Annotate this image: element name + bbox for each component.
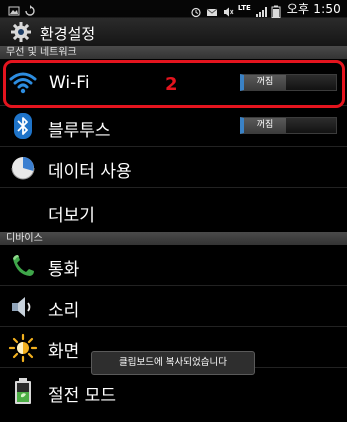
power-saving-label: 절전 모드 (48, 386, 116, 406)
mute-icon (222, 3, 234, 16)
settings-item-call[interactable]: 통화 (0, 245, 347, 286)
battery-icon (271, 3, 283, 18)
bluetooth-toggle-state: 꺼짐 (244, 118, 286, 133)
more-label: 더보기 (48, 206, 95, 226)
network-type-label: LTE (237, 4, 251, 12)
alarm-icon (190, 3, 202, 17)
settings-item-more[interactable]: 더보기 (0, 188, 347, 232)
wifi-label: Wi-Fi (49, 73, 90, 93)
sync-icon (24, 2, 36, 16)
image-icon (8, 2, 20, 16)
status-bar: LTE 오후 1:50 (0, 0, 347, 18)
data-usage-label: 데이터 사용 (48, 162, 132, 182)
bluetooth-icon (8, 111, 38, 141)
brightness-icon (8, 333, 38, 363)
power-saving-icon (8, 376, 38, 406)
settings-item-bluetooth[interactable]: 블루투스 꺼짐 (0, 106, 347, 147)
data-usage-icon (8, 152, 38, 182)
bluetooth-label: 블루투스 (48, 121, 111, 141)
bluetooth-toggle[interactable]: 꺼짐 (240, 117, 337, 134)
wifi-toggle[interactable]: 꺼짐 (240, 74, 337, 91)
toast-message: 클립보드에 복사되었습니다 (91, 351, 255, 375)
signal-icon (255, 3, 267, 17)
step-number-label: 2 (165, 74, 178, 95)
phone-icon (8, 251, 38, 281)
page-title: 환경설정 (40, 25, 96, 43)
call-label: 통화 (48, 260, 80, 280)
title-bar: 환경설정 (0, 18, 347, 46)
section-header-device: 디바이스 (0, 232, 347, 245)
status-time: 오후 1:50 (286, 2, 341, 16)
wifi-icon (8, 68, 38, 98)
mail-icon (206, 3, 218, 16)
section-header-wireless: 무선 및 네트워크 (0, 46, 347, 59)
display-label: 화면 (48, 342, 80, 362)
settings-gear-icon[interactable] (10, 21, 32, 43)
sound-label: 소리 (48, 301, 80, 321)
speaker-icon (8, 292, 38, 322)
settings-item-sound[interactable]: 소리 (0, 286, 347, 327)
settings-item-power-saving[interactable]: 절전 모드 (0, 368, 347, 422)
wifi-toggle-state: 꺼짐 (244, 75, 286, 90)
settings-item-data-usage[interactable]: 데이터 사용 (0, 147, 347, 188)
